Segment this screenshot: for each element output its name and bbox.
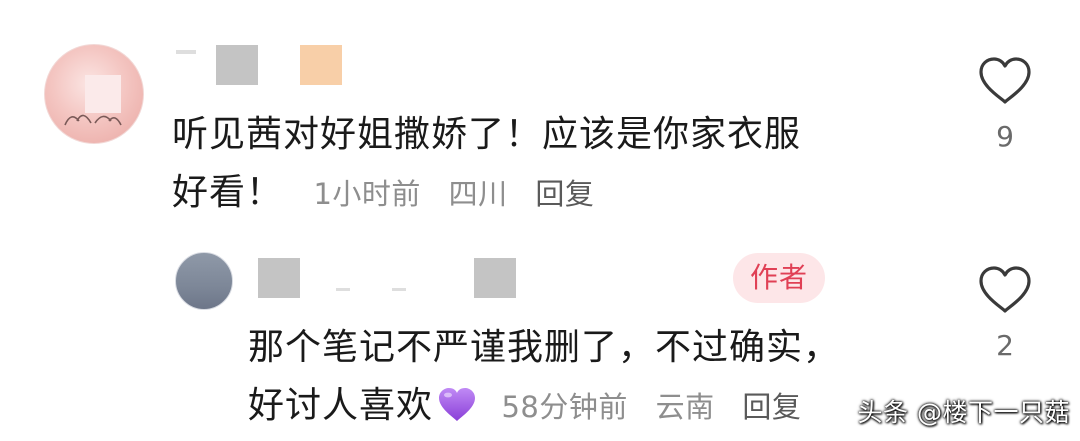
comment-text-line-2: 好讨人喜欢 58分钟前 云南 回复 <box>248 377 840 441</box>
comment-text-line-2: 好看！ 1小时前 四川 回复 <box>172 164 801 223</box>
comment-text-line: 听见茜对好姐撒娇了！应该是你家衣服 <box>172 114 802 155</box>
author-badge: 作者 <box>733 253 825 303</box>
reply-button[interactable]: 回复 <box>742 390 801 424</box>
avatar[interactable] <box>44 44 144 144</box>
username-redacted <box>176 50 196 54</box>
avatar-sketch-icon <box>64 114 122 126</box>
comment-text-tail: 好看！ <box>172 172 284 213</box>
heart-outline-icon <box>979 57 1031 104</box>
comment-body: 那个笔记不严谨我删了，不过确实， 好讨人喜欢 58分钟前 云南 回复 <box>248 319 840 441</box>
username-redacted <box>336 288 350 291</box>
avatar[interactable] <box>175 252 233 310</box>
reply-button[interactable]: 回复 <box>535 177 594 211</box>
username-redacted <box>392 288 406 291</box>
comment-body: 听见茜对好姐撒娇了！应该是你家衣服 好看！ 1小时前 四川 回复 <box>172 106 801 223</box>
like-count: 2 <box>996 329 1014 362</box>
like-count: 9 <box>996 120 1014 153</box>
username-redacted <box>300 45 342 85</box>
comment-time: 58分钟前 <box>501 390 628 424</box>
comment-location: 四川 <box>448 177 508 211</box>
purple-heart-icon <box>437 383 477 441</box>
comment-text-line: 那个笔记不严谨我删了，不过确实， <box>248 327 841 368</box>
heart-outline-icon <box>979 266 1031 313</box>
comment-meta: 1小时前 四川 回复 <box>313 165 612 223</box>
comment-text-tail: 好讨人喜欢 <box>248 385 434 426</box>
like-button[interactable]: 2 <box>975 265 1035 362</box>
comment-thread: 听见茜对好姐撒娇了！应该是你家衣服 好看！ 1小时前 四川 回复 9 作者 那个… <box>0 0 1080 441</box>
username-redacted <box>216 45 258 85</box>
username-redacted <box>258 258 300 298</box>
comment-location: 云南 <box>655 390 715 424</box>
comment-meta: 58分钟前 云南 回复 <box>501 378 819 436</box>
watermark: 头条 @楼下一只菇 <box>857 398 1070 427</box>
username-redacted <box>474 258 516 298</box>
comment-time: 1小时前 <box>313 177 421 211</box>
like-button[interactable]: 9 <box>975 56 1035 153</box>
